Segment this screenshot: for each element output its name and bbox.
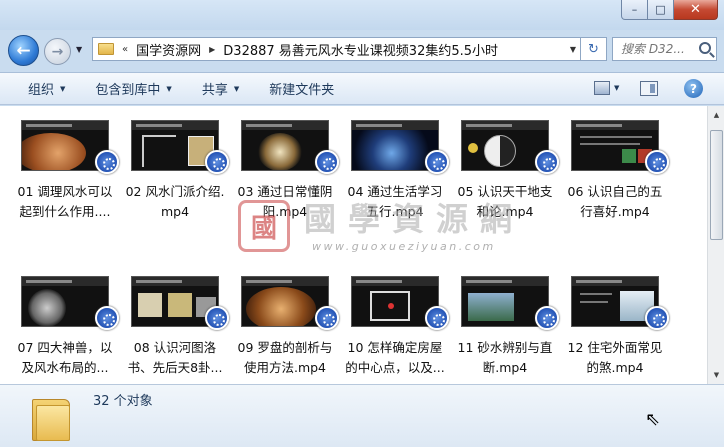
media-player-icon [425, 150, 449, 174]
scrollbar-thumb[interactable] [710, 130, 723, 240]
minimize-button[interactable]: – [621, 0, 648, 20]
include-in-library-menu[interactable]: 包含到库中 ▼ [95, 79, 171, 98]
maximize-button[interactable]: □ [648, 0, 674, 20]
toolbar-item-label: 新建文件夹 [269, 83, 335, 98]
file-name: 11 砂水辨别与直 断.mp4 [457, 340, 553, 375]
watermark-url: www.guoxueziyuan.com [312, 240, 496, 253]
search-input[interactable] [621, 42, 691, 56]
file-name: 12 住宅外面常见 的煞.mp4 [567, 340, 663, 375]
file-list[interactable]: 01 调理风水可以 起到什么作用.... 02 风水门派介绍. mp4 03 通过日… [0, 106, 707, 384]
file-name: 01 调理风水可以 起到什么作用.... [17, 184, 113, 219]
address-bar[interactable]: « 国学资源网 ▶ D32887 易善元风水专业课视频32集约5.5小时 ▼ [92, 37, 581, 61]
organize-menu[interactable]: 组织 ▼ [28, 79, 65, 98]
folder-icon [98, 43, 114, 55]
view-options-dropdown-icon[interactable]: ▼ [614, 84, 619, 92]
breadcrumb-overflow[interactable]: « [122, 44, 128, 55]
toolbar-item-label: 组织 [28, 83, 55, 98]
close-button[interactable]: ✕ [674, 0, 718, 20]
breadcrumb-item[interactable]: D32887 易善元风水专业课视频32集约5.5小时 [223, 40, 498, 59]
share-menu[interactable]: 共享 ▼ [202, 79, 239, 98]
media-player-icon [205, 306, 229, 330]
media-player-icon [535, 306, 559, 330]
media-player-icon [535, 150, 559, 174]
details-pane: 32 个对象 ⇖ [0, 384, 724, 447]
media-player-icon [645, 306, 669, 330]
address-dropdown-icon[interactable]: ▼ [570, 45, 576, 54]
search-box[interactable] [612, 37, 717, 61]
scroll-down-icon[interactable]: ▼ [710, 368, 723, 382]
file-name: 03 通过日常懂阴 阳.mp4 [237, 184, 333, 219]
title-bar: – □ ✕ [0, 0, 724, 30]
refresh-button[interactable]: ↻ [581, 37, 607, 61]
command-bar: 组织 ▼ 包含到库中 ▼ 共享 ▼ 新建文件夹 ▼ ? [0, 72, 724, 105]
file-name: 09 罗盘的剖析与 使用方法.mp4 [237, 340, 333, 375]
back-button[interactable]: ← [8, 35, 39, 66]
chevron-right-icon[interactable]: ▶ [209, 45, 215, 54]
mouse-cursor-icon: ⇖ [645, 409, 661, 430]
navigation-bar: ← → ▼ « 国学资源网 ▶ D32887 易善元风水专业课视频32集约5.5… [0, 30, 724, 70]
file-name: 02 风水门派介绍. mp4 [125, 184, 225, 219]
help-button[interactable]: ? [684, 79, 703, 98]
media-player-icon [315, 150, 339, 174]
media-player-icon [95, 306, 119, 330]
media-player-icon [205, 150, 229, 174]
breadcrumb-item[interactable]: 国学资源网 [136, 40, 201, 59]
file-name: 08 认识河图洛 书、先后天8卦... [127, 340, 223, 375]
file-name: 06 认识自己的五 行喜好.mp4 [567, 184, 663, 219]
window-controls: – □ ✕ [621, 0, 718, 20]
recent-pages-dropdown-icon[interactable]: ▼ [76, 45, 82, 54]
chevron-down-icon: ▼ [166, 84, 172, 93]
chevron-down-icon: ▼ [233, 84, 240, 93]
media-player-icon [95, 150, 119, 174]
forward-button[interactable]: → [44, 38, 71, 65]
media-player-icon [425, 306, 449, 330]
item-count: 32 个对象 [93, 394, 153, 409]
file-name: 10 怎样确定房屋 的中心点，以及... [345, 340, 445, 375]
folder-icon [32, 395, 70, 441]
scroll-up-icon[interactable]: ▲ [710, 108, 723, 122]
change-view-button[interactable] [594, 81, 610, 95]
vertical-scrollbar[interactable]: ▲ ▼ [707, 106, 724, 384]
file-name: 07 四大神兽，以 及风水布局的... [17, 340, 113, 375]
preview-pane-button[interactable] [640, 81, 658, 96]
search-icon[interactable] [699, 42, 711, 54]
file-name: 05 认识天干地支 和论.mp4 [457, 184, 553, 219]
media-player-icon [315, 306, 339, 330]
toolbar-item-label: 包含到库中 [95, 83, 161, 98]
file-name: 04 通过生活学习 五行.mp4 [347, 184, 443, 219]
new-folder-button[interactable]: 新建文件夹 [269, 79, 334, 98]
toolbar-item-label: 共享 [201, 83, 228, 98]
chevron-down-icon: ▼ [60, 84, 66, 93]
media-player-icon [645, 150, 669, 174]
